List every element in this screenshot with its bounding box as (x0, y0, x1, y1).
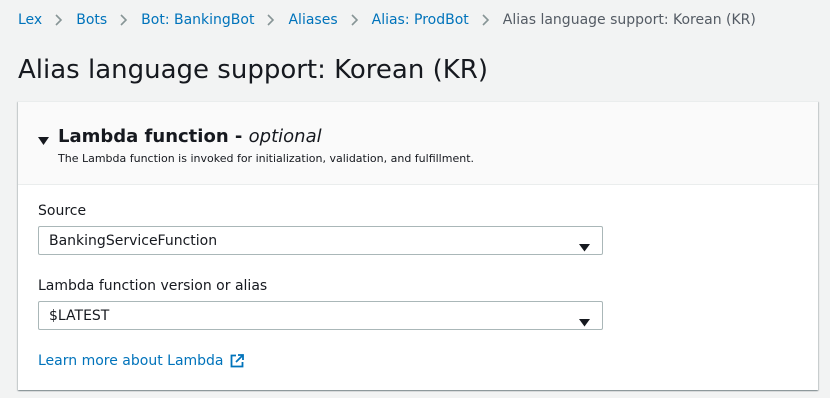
breadcrumb-aliases[interactable]: Aliases (288, 10, 337, 30)
panel-description: The Lambda function is invoked for initi… (58, 152, 475, 165)
source-select[interactable]: BankingServiceFunction (38, 226, 603, 255)
chevron-right-icon (346, 10, 364, 30)
panel-title[interactable]: Lambda function - optional (58, 124, 322, 150)
breadcrumb-current: Alias language support: Korean (KR) (502, 12, 756, 28)
caret-down-icon (579, 237, 590, 256)
breadcrumb-alias-prodbot[interactable]: Alias: ProdBot (372, 10, 469, 30)
external-link-icon (230, 354, 244, 368)
version-select-value: $LATEST (49, 308, 110, 324)
panel-header[interactable]: Lambda function - optional The Lambda fu… (18, 102, 818, 185)
breadcrumb-lex[interactable]: Lex (18, 10, 42, 30)
chevron-right-icon (50, 10, 68, 30)
caret-down-icon (579, 312, 590, 331)
chevron-right-icon (115, 10, 133, 30)
learn-more-text: Learn more about Lambda (38, 353, 224, 369)
chevron-right-icon (262, 10, 280, 30)
page-title: Alias language support: Korean (KR) (18, 55, 488, 85)
breadcrumb-bot-bankingbot[interactable]: Bot: BankingBot (141, 10, 254, 30)
source-select-value: BankingServiceFunction (49, 233, 218, 249)
panel-title-optional: optional (248, 126, 322, 147)
breadcrumb: Lex Bots Bot: BankingBot Aliases Alias: … (18, 10, 756, 30)
caret-down-icon[interactable] (38, 131, 49, 150)
chevron-right-icon (477, 10, 495, 30)
learn-more-lambda-link[interactable]: Learn more about Lambda (38, 351, 244, 371)
version-select[interactable]: $LATEST (38, 301, 603, 330)
version-label: Lambda function version or alias (38, 278, 268, 294)
lambda-function-panel: Lambda function - optional The Lambda fu… (18, 101, 818, 390)
panel-title-text: Lambda function - (58, 126, 243, 147)
source-label: Source (38, 203, 87, 219)
breadcrumb-bots[interactable]: Bots (76, 10, 107, 30)
